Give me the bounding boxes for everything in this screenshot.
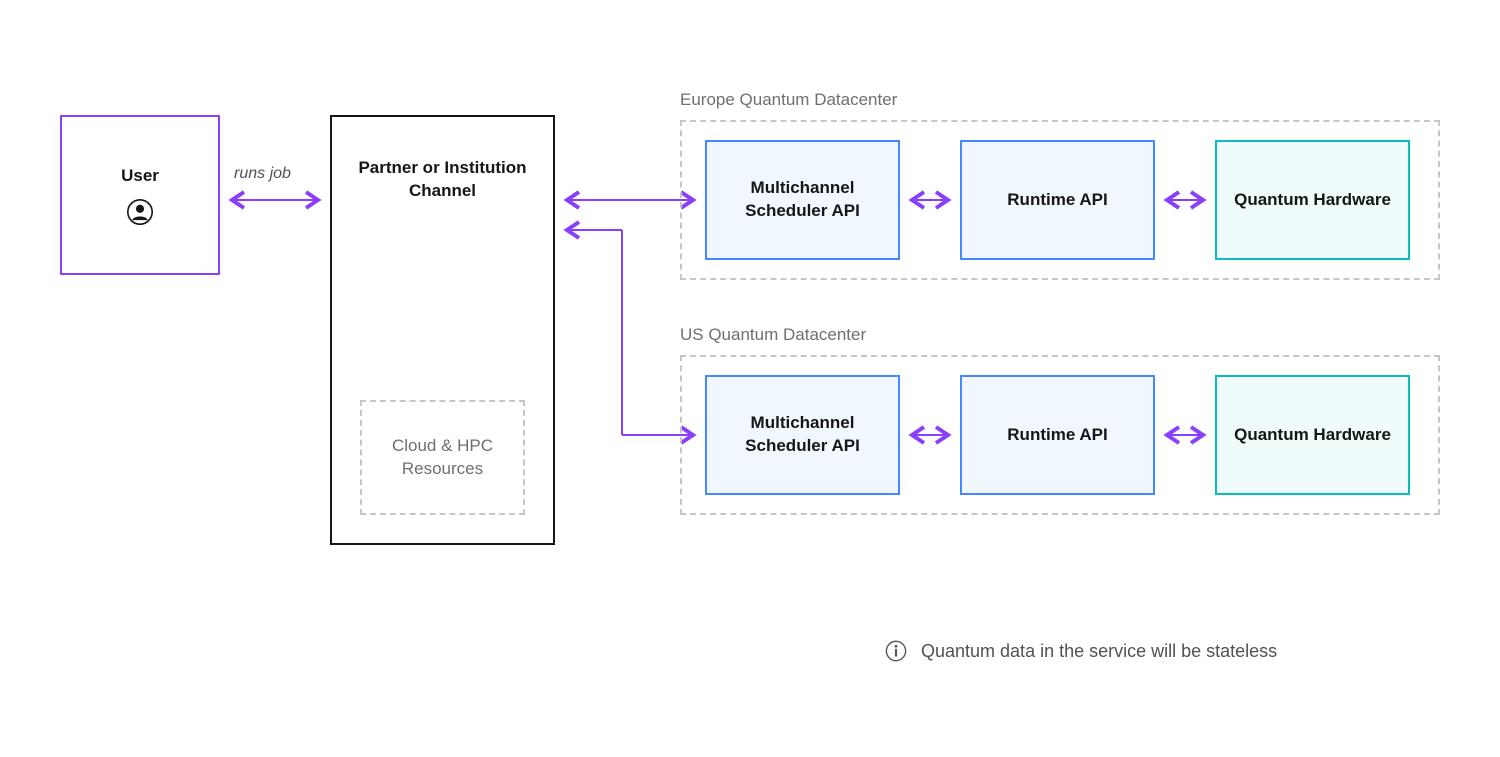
- us-scheduler-box: Multichannel Scheduler API: [705, 375, 900, 495]
- us-datacenter-label: US Quantum Datacenter: [680, 325, 866, 345]
- eu-scheduler-label: Multichannel Scheduler API: [715, 177, 890, 223]
- user-box: User: [60, 115, 220, 275]
- eu-hardware-label: Quantum Hardware: [1234, 189, 1391, 212]
- us-scheduler-label: Multichannel Scheduler API: [715, 412, 890, 458]
- eu-scheduler-box: Multichannel Scheduler API: [705, 140, 900, 260]
- us-runtime-label: Runtime API: [1007, 424, 1107, 447]
- runs-job-label: runs job: [234, 165, 291, 183]
- eu-datacenter-label: Europe Quantum Datacenter: [680, 90, 897, 110]
- us-hardware-label: Quantum Hardware: [1234, 424, 1391, 447]
- info-text: Quantum data in the service will be stat…: [921, 641, 1277, 662]
- info-note: Quantum data in the service will be stat…: [885, 640, 1277, 662]
- eu-runtime-label: Runtime API: [1007, 189, 1107, 212]
- user-icon: [127, 199, 153, 225]
- cloud-hpc-label: Cloud & HPC Resources: [370, 435, 515, 481]
- partner-label: Partner or Institution Channel: [358, 157, 528, 203]
- eu-hardware-box: Quantum Hardware: [1215, 140, 1410, 260]
- eu-runtime-box: Runtime API: [960, 140, 1155, 260]
- user-label: User: [121, 165, 159, 188]
- cloud-hpc-resources-box: Cloud & HPC Resources: [360, 400, 525, 515]
- us-runtime-box: Runtime API: [960, 375, 1155, 495]
- us-hardware-box: Quantum Hardware: [1215, 375, 1410, 495]
- info-icon: [885, 640, 907, 662]
